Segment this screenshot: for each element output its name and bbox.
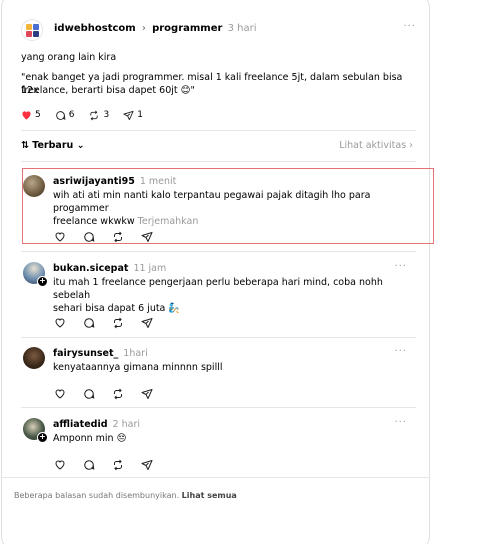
reply-item: fairysunset_ 1hari ··· kenyataannya gima…: [21, 343, 413, 405]
share-icon[interactable]: [141, 314, 170, 328]
sort-dropdown[interactable]: ⇅ Terbaru ⌄: [21, 139, 85, 153]
reply-time: 1hari: [123, 348, 148, 359]
divider: [21, 251, 416, 252]
reply-more-options-icon[interactable]: ···: [394, 417, 407, 428]
heart-filled-icon: [22, 111, 31, 120]
reply-actions: [54, 314, 170, 329]
share-icon: [123, 110, 134, 120]
reply-item: + bukan.sicepat 11 jam ··· itu mah 1 fre…: [21, 258, 413, 338]
comment-icon[interactable]: [83, 456, 112, 470]
hidden-replies-note: Beberapa balasan sudah disembunyikan. Li…: [14, 491, 237, 501]
heart-icon[interactable]: [54, 456, 83, 470]
repost-count: 3: [103, 110, 110, 120]
comment-button[interactable]: 6: [55, 108, 75, 122]
reply-text: Amponn min 😔: [53, 432, 398, 445]
divider: [21, 337, 416, 338]
repost-icon[interactable]: [112, 314, 141, 329]
follow-plus-icon[interactable]: +: [37, 276, 48, 287]
post-more-options-icon[interactable]: ···: [403, 21, 416, 32]
share-count: 1: [137, 110, 143, 120]
comment-icon: [55, 110, 66, 120]
reply-actions: [54, 456, 170, 471]
share-icon[interactable]: [141, 385, 170, 399]
reply-text-line-1: itu mah 1 freelance pengerjaan perlu beb…: [53, 277, 383, 301]
reply-author[interactable]: fairysunset_: [53, 348, 118, 359]
post-header: idwebhostcom › programmer 3 hari ···: [21, 19, 416, 41]
reply-time: 2 hari: [112, 419, 141, 430]
reply-text-line-1: kenyataannya gimana minnnn spilll: [53, 362, 223, 373]
comment-icon[interactable]: [83, 385, 112, 399]
post-meta: idwebhostcom › programmer 3 hari: [54, 22, 257, 36]
hidden-replies-text: Beberapa balasan sudah disembunyikan.: [14, 491, 180, 500]
post-text-line-3: freelance, berarti bisa dapet 60jt 😊": [21, 85, 195, 96]
reply-actions: [54, 385, 170, 400]
reply-meta: bukan.sicepat 11 jam: [53, 262, 166, 275]
like-button[interactable]: 5: [21, 108, 41, 122]
reply-more-options-icon[interactable]: ···: [394, 346, 407, 357]
like-count: 5: [35, 110, 41, 120]
highlight-box: [22, 168, 434, 244]
reply-time: 11 jam: [133, 263, 167, 274]
comment-count: 6: [68, 110, 75, 120]
reply-text-line-1: Amponn min 😔: [53, 433, 127, 444]
avatar[interactable]: [23, 347, 45, 369]
view-activity-link[interactable]: Lihat aktivitas ›: [339, 139, 413, 153]
post-text-line-1: yang orang lain kira: [21, 52, 117, 63]
reply-meta: affliatedid 2 hari: [53, 418, 140, 431]
comment-icon[interactable]: [83, 314, 112, 328]
post-author[interactable]: idwebhostcom: [54, 23, 136, 34]
reply-text: kenyataannya gimana minnnn spilll: [53, 361, 398, 374]
share-icon[interactable]: [141, 456, 170, 470]
divider: [21, 161, 416, 162]
divider: [21, 407, 416, 408]
reply-text: itu mah 1 freelance pengerjaan perlu beb…: [53, 276, 398, 315]
breadcrumb-chevron-icon: ›: [141, 23, 146, 34]
post-stats: 5 6 3 1: [21, 108, 157, 122]
reply-author[interactable]: affliatedid: [53, 419, 108, 430]
repost-icon: [90, 110, 99, 120]
repost-button[interactable]: 3: [88, 108, 109, 122]
post-topic[interactable]: programmer: [152, 23, 222, 34]
reply-item: + affliatedid 2 hari ··· Amponn min 😔: [21, 414, 413, 476]
reply-more-options-icon[interactable]: ···: [394, 261, 407, 272]
divider: [1, 477, 430, 478]
post-time: 3 hari: [227, 23, 257, 34]
idwebhost-logo-avatar[interactable]: [21, 19, 43, 41]
reply-meta: fairysunset_ 1hari: [53, 347, 148, 360]
repost-icon[interactable]: [112, 385, 141, 400]
see-all-link[interactable]: Lihat semua: [182, 491, 237, 500]
divider: [21, 130, 416, 131]
heart-icon[interactable]: [54, 314, 83, 328]
heart-icon[interactable]: [54, 385, 83, 399]
share-button[interactable]: 1: [123, 108, 143, 122]
follow-plus-icon[interactable]: +: [37, 432, 48, 443]
sort-row: ⇅ Terbaru ⌄ Lihat aktivitas ›: [21, 139, 413, 153]
repost-icon[interactable]: [112, 456, 141, 471]
reply-author[interactable]: bukan.sicepat: [53, 263, 128, 274]
